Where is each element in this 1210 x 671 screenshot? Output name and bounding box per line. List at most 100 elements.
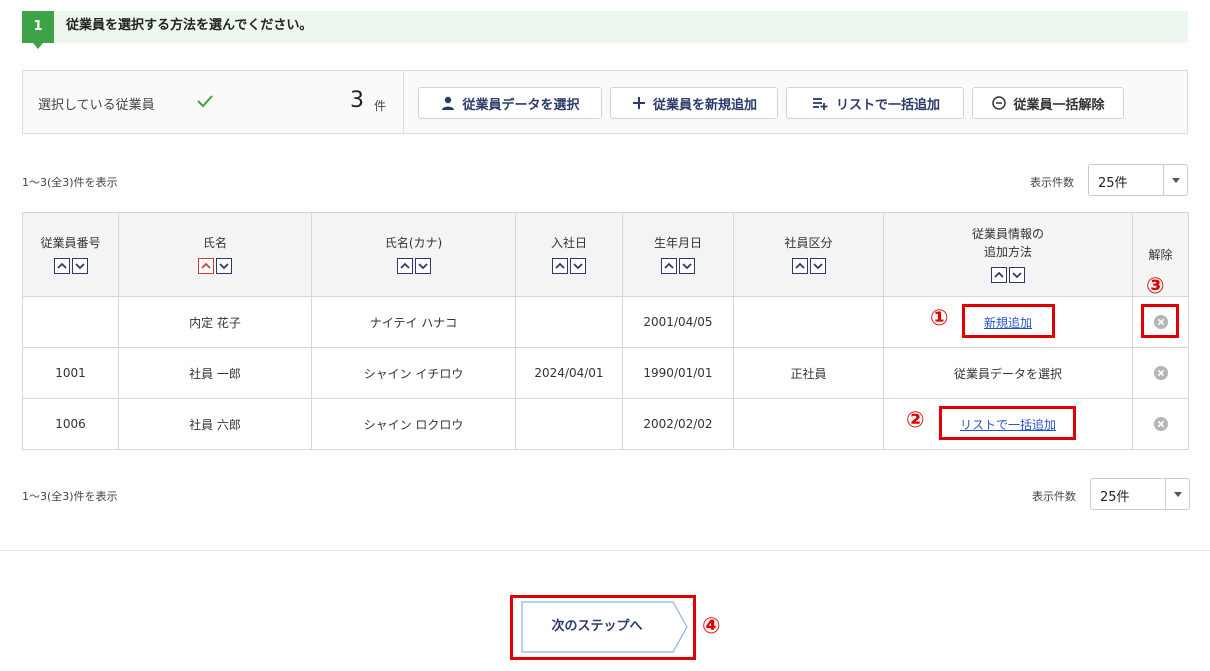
result-count-top: 1〜3(全3)件を表示 bbox=[22, 176, 118, 189]
method-link-new[interactable]: 新規追加 bbox=[984, 316, 1032, 330]
sort-asc-button[interactable] bbox=[661, 258, 677, 274]
sort-asc-button[interactable] bbox=[552, 258, 568, 274]
chevron-down-icon bbox=[74, 263, 85, 270]
sort-desc-button[interactable] bbox=[414, 258, 431, 274]
person-icon bbox=[442, 96, 455, 110]
sort-controls bbox=[991, 267, 1025, 283]
step-number: 1 bbox=[22, 11, 54, 49]
cell-remove bbox=[1132, 398, 1189, 450]
per-page-label-bottom: 表示件数 bbox=[1032, 490, 1076, 503]
per-page-select-bottom[interactable]: 25件 bbox=[1090, 478, 1190, 510]
header-emp-no: 従業員番号 bbox=[22, 212, 119, 297]
cell-name: 社員 一郎 bbox=[118, 347, 312, 399]
playlist-add-icon bbox=[812, 98, 828, 110]
add-new-employee-label: 従業員を新規追加 bbox=[652, 97, 757, 113]
header-method: 従業員情報の 追加方法 bbox=[883, 212, 1133, 297]
select-employee-data-label: 従業員データを選択 bbox=[462, 97, 580, 113]
chevron-down-icon bbox=[682, 263, 692, 270]
per-page-value-top: 25件 bbox=[1098, 176, 1128, 191]
plus-icon bbox=[632, 97, 645, 109]
selected-employees-label: 選択している従業員 bbox=[38, 98, 155, 113]
remove-circle-icon[interactable] bbox=[1153, 314, 1169, 330]
sort-controls bbox=[791, 258, 826, 274]
sort-asc-button[interactable] bbox=[198, 258, 214, 274]
cell-birth: 1990/01/01 bbox=[622, 347, 734, 399]
selection-panel: 選択している従業員 3 件 従業員データを選択 従業員を新規追加 リストで一括追… bbox=[22, 70, 1188, 134]
employee-table: 従業員番号 氏名 氏名(カナ) 入社日 生年月日 社員区分 従業員情報の 追加方… bbox=[22, 212, 1189, 450]
remove-circle-icon[interactable] bbox=[1153, 365, 1169, 381]
chevron-up-icon bbox=[994, 271, 1004, 278]
section-divider bbox=[0, 550, 1210, 551]
cell-join-date bbox=[515, 296, 623, 348]
select-employee-data-button[interactable]: 従業員データを選択 bbox=[418, 87, 602, 119]
sort-desc-button[interactable] bbox=[809, 258, 826, 274]
bulk-add-list-button[interactable]: リストで一括追加 bbox=[786, 87, 964, 119]
next-step-button[interactable]: 次のステップへ bbox=[521, 601, 689, 653]
header-name: 氏名 bbox=[118, 212, 312, 297]
chevron-up-icon bbox=[664, 262, 674, 269]
sort-desc-button[interactable] bbox=[71, 258, 88, 274]
chevron-up-icon bbox=[555, 262, 565, 269]
chevron-down-icon bbox=[1174, 492, 1182, 497]
chevron-up-icon bbox=[201, 262, 211, 269]
per-page-toggle-bottom[interactable] bbox=[1165, 479, 1189, 509]
per-page-value-bottom: 25件 bbox=[1100, 490, 1130, 505]
header-join-date: 入社日 bbox=[515, 212, 623, 297]
sort-desc-button[interactable] bbox=[216, 258, 232, 274]
per-page-toggle-top[interactable] bbox=[1163, 165, 1187, 195]
sort-controls bbox=[53, 258, 88, 274]
check-icon bbox=[197, 95, 213, 108]
method-link-list[interactable]: リストで一括追加 bbox=[960, 418, 1056, 432]
annotation-marker-2: ② bbox=[906, 408, 925, 433]
sort-desc-button[interactable] bbox=[679, 258, 695, 274]
bulk-add-list-label: リストで一括追加 bbox=[835, 97, 940, 113]
chevron-down-icon bbox=[812, 263, 823, 270]
next-step-label: 次のステップへ bbox=[551, 619, 643, 634]
table-row: 1001 社員 一郎 シャイン イチロウ 2024/04/01 1990/01/… bbox=[22, 347, 1189, 399]
bulk-remove-button[interactable]: 従業員一括解除 bbox=[972, 87, 1124, 119]
chevron-down-icon bbox=[1012, 272, 1022, 279]
chevron-down-icon bbox=[1172, 178, 1180, 183]
cell-category bbox=[733, 398, 884, 450]
cell-emp-no: 1006 bbox=[22, 398, 119, 450]
cell-remove bbox=[1132, 347, 1189, 399]
header-kana: 氏名(カナ) bbox=[311, 212, 516, 297]
chevron-down-icon bbox=[573, 263, 583, 270]
cell-kana: シャイン ロクロウ bbox=[311, 398, 516, 450]
header-birth: 生年月日 bbox=[622, 212, 734, 297]
chevron-down-icon bbox=[219, 263, 229, 270]
selected-count-unit: 件 bbox=[374, 99, 387, 113]
annotation-marker-1: ① bbox=[930, 306, 949, 331]
cell-join-date bbox=[515, 398, 623, 450]
sort-desc-button[interactable] bbox=[1009, 267, 1025, 283]
sort-asc-button[interactable] bbox=[791, 258, 808, 274]
sort-asc-button[interactable] bbox=[396, 258, 413, 274]
step-title: 従業員を選択する方法を選んでください。 bbox=[66, 18, 313, 33]
chevron-up-icon bbox=[399, 262, 410, 269]
sort-desc-button[interactable] bbox=[570, 258, 586, 274]
table-row: 内定 花子 ナイテイ ハナコ 2001/04/05 新規追加 bbox=[22, 296, 1189, 348]
selected-count: 3 bbox=[350, 88, 364, 113]
sort-asc-button[interactable] bbox=[991, 267, 1007, 283]
annotation-marker-4: ④ bbox=[702, 614, 721, 639]
sort-controls bbox=[198, 258, 232, 274]
table-header-row: 従業員番号 氏名 氏名(カナ) 入社日 生年月日 社員区分 従業員情報の 追加方… bbox=[22, 212, 1189, 297]
cell-emp-no bbox=[22, 296, 119, 348]
minus-circle-icon bbox=[992, 96, 1007, 110]
cell-category: 正社員 bbox=[733, 347, 884, 399]
cell-join-date: 2024/04/01 bbox=[515, 347, 623, 399]
per-page-label-top: 表示件数 bbox=[1030, 176, 1074, 189]
chevron-up-icon bbox=[56, 262, 67, 269]
cell-birth: 2001/04/05 bbox=[622, 296, 734, 348]
header-category: 社員区分 bbox=[733, 212, 884, 297]
annotation-marker-3: ③ bbox=[1146, 274, 1165, 299]
cell-method: 従業員データを選択 bbox=[883, 347, 1133, 399]
sort-controls bbox=[396, 258, 431, 274]
remove-circle-icon[interactable] bbox=[1153, 416, 1169, 432]
cell-name: 内定 花子 bbox=[118, 296, 312, 348]
step-header: 1 従業員を選択する方法を選んでください。 bbox=[22, 11, 1188, 49]
sort-asc-button[interactable] bbox=[53, 258, 70, 274]
add-new-employee-button[interactable]: 従業員を新規追加 bbox=[610, 87, 778, 119]
sort-controls bbox=[552, 258, 586, 274]
per-page-select-top[interactable]: 25件 bbox=[1088, 164, 1188, 196]
